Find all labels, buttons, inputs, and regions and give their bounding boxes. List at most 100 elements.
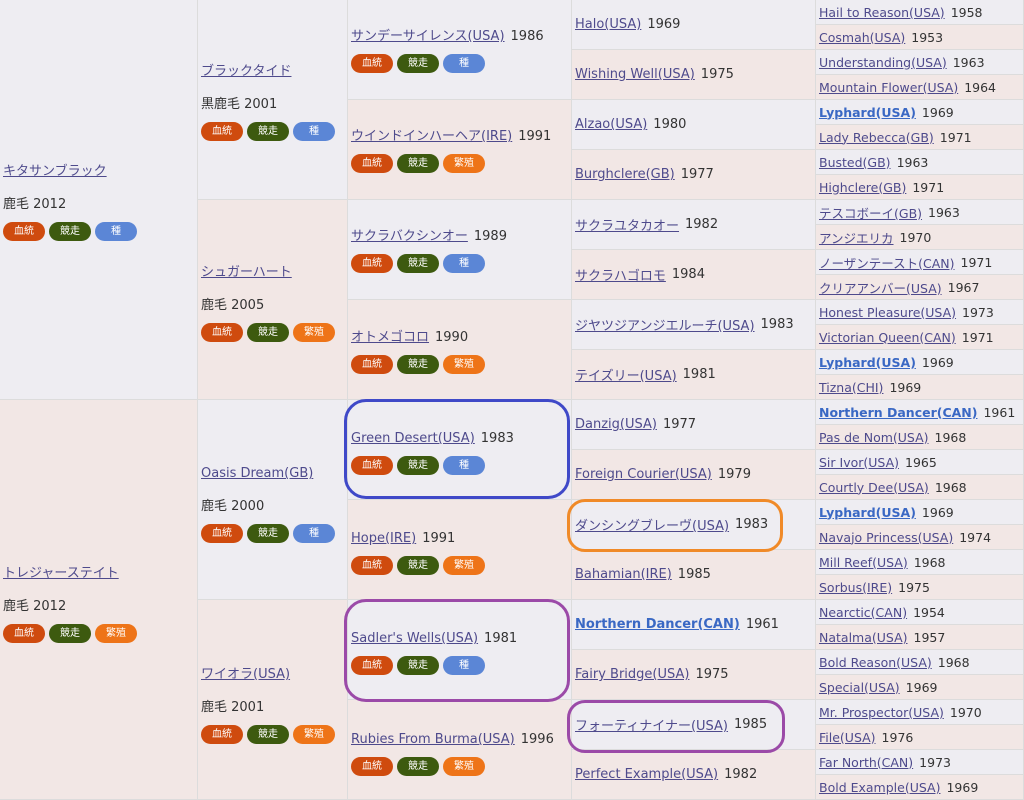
horse-name-link[interactable]: アンジエリカ — [819, 228, 894, 247]
horse-name-link[interactable]: Busted(GB) — [819, 155, 891, 170]
horse-name-link[interactable]: Courtly Dee(USA) — [819, 480, 929, 495]
horse-name-link[interactable]: トレジャーステイト — [3, 566, 119, 581]
horse-name-link[interactable]: Danzig(USA) — [575, 417, 657, 432]
horse-name-link[interactable]: ジヤツジアンジエルーチ(USA) — [575, 315, 755, 334]
horse-name-link[interactable]: Hope(IRE) — [351, 531, 416, 546]
horse-name-link[interactable]: Lyphard(USA) — [819, 105, 916, 120]
pedigree-badge[interactable]: 血統 — [351, 656, 393, 675]
horse-name-link[interactable]: Honest Pleasure(USA) — [819, 305, 956, 320]
pedigree-badge[interactable]: 血統 — [351, 556, 393, 575]
horse-name-link[interactable]: キタサンブラック — [3, 164, 107, 179]
horse-name-link[interactable]: Oasis Dream(GB) — [201, 466, 313, 481]
horse-name-link[interactable]: Sir Ivor(USA) — [819, 455, 899, 470]
horse-name-link[interactable]: Lyphard(USA) — [819, 355, 916, 370]
horse-name-link[interactable]: ウインドインハーヘア(IRE) — [351, 129, 512, 144]
horse-name-link[interactable]: テイズリー(USA) — [575, 365, 677, 384]
horse-name-link[interactable]: Pas de Nom(USA) — [819, 430, 929, 445]
horse-name-link[interactable]: Natalma(USA) — [819, 630, 908, 645]
horse-name-link[interactable]: Green Desert(USA) — [351, 431, 475, 446]
race-record-badge[interactable]: 競走 — [397, 154, 439, 173]
horse-name-link[interactable]: Perfect Example(USA) — [575, 767, 718, 782]
stallion-badge[interactable]: 種 — [443, 456, 485, 475]
broodmare-badge[interactable]: 繁殖 — [443, 757, 485, 776]
horse-name-link[interactable]: Cosmah(USA) — [819, 30, 905, 45]
horse-name-link[interactable]: Wishing Well(USA) — [575, 67, 695, 82]
stallion-badge[interactable]: 種 — [443, 54, 485, 73]
stallion-badge[interactable]: 種 — [443, 656, 485, 675]
race-record-badge[interactable]: 競走 — [397, 656, 439, 675]
horse-name-link[interactable]: Highclere(GB) — [819, 180, 906, 195]
race-record-badge[interactable]: 競走 — [247, 323, 289, 342]
pedigree-badge[interactable]: 血統 — [351, 757, 393, 776]
horse-name-link[interactable]: テスコボーイ(GB) — [819, 203, 922, 222]
horse-name-link[interactable]: File(USA) — [819, 730, 876, 745]
broodmare-badge[interactable]: 繁殖 — [293, 725, 335, 744]
horse-name-link[interactable]: Mountain Flower(USA) — [819, 80, 958, 95]
pedigree-badge[interactable]: 血統 — [201, 122, 243, 141]
horse-name-link[interactable]: Northern Dancer(CAN) — [819, 405, 977, 420]
race-record-badge[interactable]: 競走 — [397, 456, 439, 475]
pedigree-badge[interactable]: 血統 — [351, 254, 393, 273]
pedigree-badge[interactable]: 血統 — [351, 154, 393, 173]
horse-name-link[interactable]: ワイオラ(USA) — [201, 667, 290, 682]
horse-name-link[interactable]: Sorbus(IRE) — [819, 580, 892, 595]
horse-name-link[interactable]: シュガーハート — [201, 265, 292, 280]
pedigree-badge[interactable]: 血統 — [201, 524, 243, 543]
race-record-badge[interactable]: 競走 — [247, 725, 289, 744]
stallion-badge[interactable]: 種 — [293, 524, 335, 543]
pedigree-badge[interactable]: 血統 — [351, 456, 393, 475]
horse-name-link[interactable]: Fairy Bridge(USA) — [575, 667, 689, 682]
broodmare-badge[interactable]: 繁殖 — [443, 556, 485, 575]
horse-name-link[interactable]: Rubies From Burma(USA) — [351, 732, 515, 747]
horse-name-link[interactable]: クリアアンバー(USA) — [819, 278, 942, 297]
horse-name-link[interactable]: Far North(CAN) — [819, 755, 913, 770]
horse-name-link[interactable]: フォーティナイナー(USA) — [575, 715, 728, 734]
race-record-badge[interactable]: 競走 — [49, 624, 91, 643]
pedigree-badge[interactable]: 血統 — [201, 323, 243, 342]
horse-name-link[interactable]: ダンシングブレーヴ(USA) — [575, 515, 729, 534]
horse-name-link[interactable]: ブラックタイド — [201, 64, 291, 79]
horse-name-link[interactable]: Mr. Prospector(USA) — [819, 705, 944, 720]
race-record-badge[interactable]: 競走 — [397, 757, 439, 776]
pedigree-badge[interactable]: 血統 — [351, 54, 393, 73]
broodmare-badge[interactable]: 繁殖 — [443, 355, 485, 374]
pedigree-badge[interactable]: 血統 — [3, 624, 45, 643]
broodmare-badge[interactable]: 繁殖 — [95, 624, 137, 643]
horse-name-link[interactable]: サクラハゴロモ — [575, 265, 666, 284]
horse-name-link[interactable]: Lady Rebecca(GB) — [819, 130, 934, 145]
race-record-badge[interactable]: 競走 — [397, 54, 439, 73]
race-record-badge[interactable]: 競走 — [397, 254, 439, 273]
race-record-badge[interactable]: 競走 — [247, 524, 289, 543]
horse-name-link[interactable]: Foreign Courier(USA) — [575, 467, 712, 482]
race-record-badge[interactable]: 競走 — [247, 122, 289, 141]
horse-name-link[interactable]: Special(USA) — [819, 680, 900, 695]
horse-name-link[interactable]: Victorian Queen(CAN) — [819, 330, 956, 345]
horse-name-link[interactable]: Alzao(USA) — [575, 117, 647, 132]
horse-name-link[interactable]: Bahamian(IRE) — [575, 567, 672, 582]
horse-name-link[interactable]: Sadler's Wells(USA) — [351, 631, 478, 646]
horse-name-link[interactable]: Northern Dancer(CAN) — [575, 617, 740, 632]
horse-name-link[interactable]: Halo(USA) — [575, 17, 641, 32]
stallion-badge[interactable]: 種 — [293, 122, 335, 141]
horse-name-link[interactable]: Understanding(USA) — [819, 55, 947, 70]
horse-name-link[interactable]: Bold Reason(USA) — [819, 655, 932, 670]
stallion-badge[interactable]: 種 — [443, 254, 485, 273]
horse-name-link[interactable]: Mill Reef(USA) — [819, 555, 908, 570]
horse-name-link[interactable]: サクラユタカオー — [575, 215, 679, 234]
race-record-badge[interactable]: 競走 — [49, 222, 91, 241]
horse-name-link[interactable]: Hail to Reason(USA) — [819, 5, 945, 20]
broodmare-badge[interactable]: 繁殖 — [443, 154, 485, 173]
horse-name-link[interactable]: Nearctic(CAN) — [819, 605, 907, 620]
race-record-badge[interactable]: 競走 — [397, 556, 439, 575]
horse-name-link[interactable]: オトメゴコロ — [351, 330, 429, 345]
stallion-badge[interactable]: 種 — [95, 222, 137, 241]
pedigree-badge[interactable]: 血統 — [3, 222, 45, 241]
horse-name-link[interactable]: Lyphard(USA) — [819, 505, 916, 520]
pedigree-badge[interactable]: 血統 — [351, 355, 393, 374]
horse-name-link[interactable]: Navajo Princess(USA) — [819, 530, 953, 545]
horse-name-link[interactable]: サクラバクシンオー — [351, 229, 468, 244]
horse-name-link[interactable]: Bold Example(USA) — [819, 780, 940, 795]
horse-name-link[interactable]: Burghclere(GB) — [575, 167, 675, 182]
race-record-badge[interactable]: 競走 — [397, 355, 439, 374]
horse-name-link[interactable]: Tizna(CHI) — [819, 380, 883, 395]
